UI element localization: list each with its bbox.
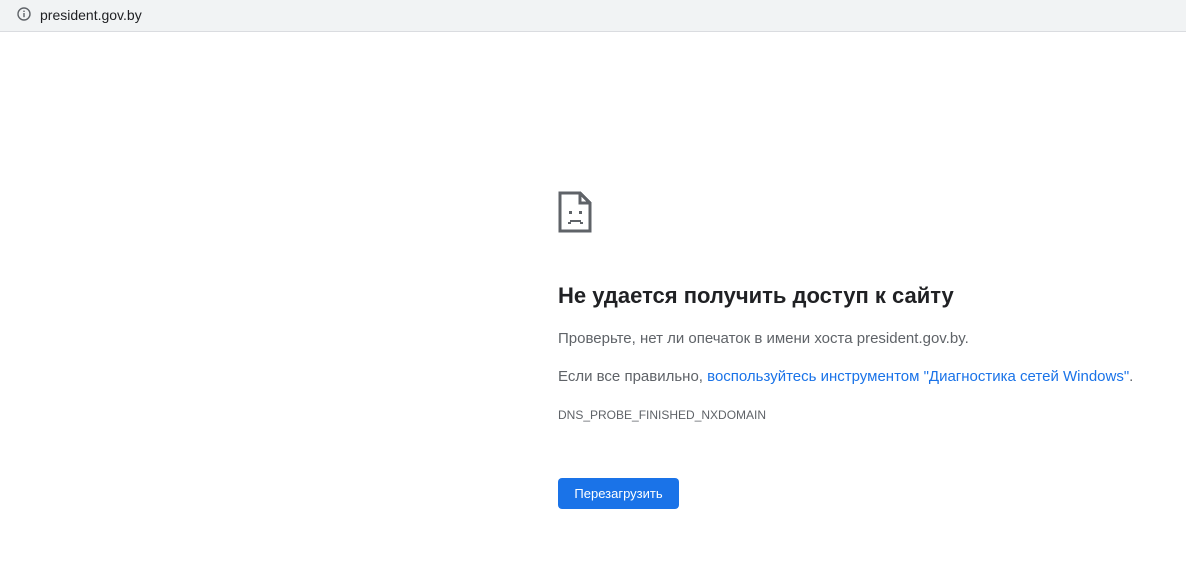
info-icon[interactable] bbox=[17, 7, 31, 21]
hint-typo: Проверьте, нет ли опечаток в имени хоста… bbox=[558, 330, 969, 347]
url-text[interactable]: president.gov.by bbox=[40, 7, 142, 23]
diagnostics-link[interactable]: воспользуйтесь инструментом "Диагностика… bbox=[707, 368, 1129, 385]
error-code: DNS_PROBE_FINISHED_NXDOMAIN bbox=[558, 408, 767, 422]
hint-suffix: . bbox=[1129, 368, 1134, 385]
error-title: Не удается получить доступ к сайту bbox=[558, 283, 954, 308]
hint-prefix: Если все правильно, bbox=[558, 368, 708, 385]
reload-button[interactable]: Перезагрузить bbox=[558, 478, 679, 509]
address-bar[interactable]: president.gov.by bbox=[0, 0, 1186, 32]
error-page: Не удается получить доступ к сайту Прове… bbox=[0, 33, 1186, 567]
sad-document-icon bbox=[558, 191, 592, 233]
hint-diagnostics: Если все правильно, воспользуйтесь инстр… bbox=[558, 367, 1133, 387]
